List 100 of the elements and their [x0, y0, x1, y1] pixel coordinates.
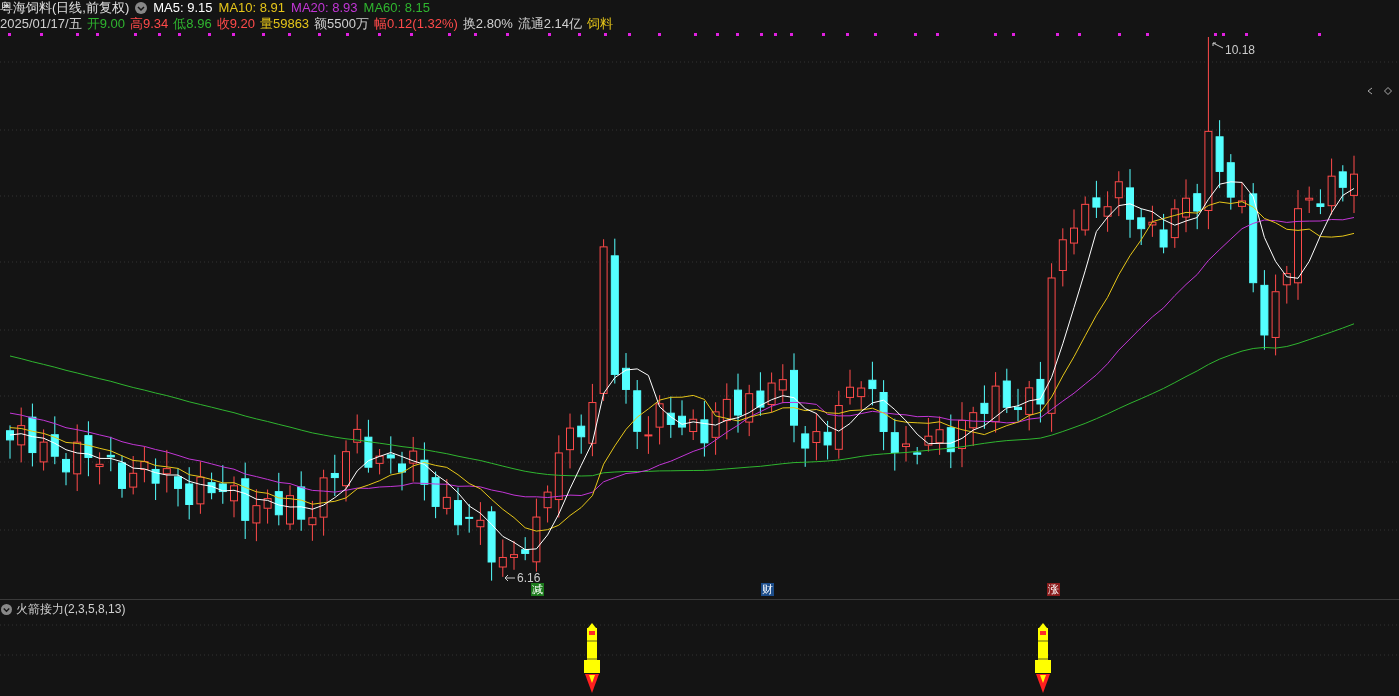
candlestick: [185, 466, 194, 520]
dropdown-icon[interactable]: [135, 2, 148, 14]
candlestick: [969, 406, 978, 447]
event-tag[interactable]: 减: [531, 583, 544, 596]
candlestick: [196, 460, 205, 515]
candlestick: [1226, 153, 1235, 211]
candlestick: [286, 484, 294, 531]
candlestick: [823, 420, 832, 460]
candlestick: [1025, 380, 1034, 431]
candlestick: [1058, 227, 1067, 287]
candlestick: [577, 414, 586, 455]
candlestick: [319, 469, 328, 537]
candlestick: [17, 407, 26, 463]
candlestick: [342, 439, 350, 502]
candlestick: [722, 382, 731, 440]
candlestick: [330, 454, 339, 497]
candlestick: [678, 399, 686, 436]
event-tag[interactable]: 涨: [1047, 583, 1060, 596]
candlestick: [151, 457, 160, 501]
candlestick: [129, 455, 138, 495]
candlestick: [1182, 178, 1190, 233]
candlestick: [913, 446, 922, 465]
candlestick: [39, 428, 48, 472]
candlestick: [846, 369, 854, 406]
candlestick: [95, 451, 104, 485]
quote-value: 额5500万: [314, 15, 369, 34]
candlestick: [364, 419, 373, 474]
candlestick: [274, 472, 283, 526]
quote-value: 收9.20: [216, 15, 255, 34]
diamond-icon[interactable]: [1384, 87, 1392, 95]
candlestick: [73, 423, 82, 492]
candlestick: [50, 415, 59, 465]
candlestick: [980, 384, 989, 430]
quote-value: 2025/01/17/五: [0, 15, 82, 34]
quote-value: 饲料: [587, 15, 614, 34]
candlestick: [252, 488, 261, 542]
candlestick: [711, 401, 720, 456]
candlestick: [924, 417, 933, 453]
candlestick: [991, 371, 1000, 434]
ma-legend-label: MA5: 9.15: [153, 0, 213, 18]
low-price-label: 6.16: [517, 570, 541, 585]
candlestick: [1070, 208, 1078, 255]
candlestick: [812, 412, 821, 461]
candlestick: [1305, 186, 1314, 214]
quote-value: 高9.34: [130, 15, 169, 34]
high-price-label: 10.18: [1225, 42, 1256, 59]
stock-title: 粤海饲料(日线,前复权): [0, 0, 130, 18]
candlestick: [1126, 168, 1134, 239]
candlestick: [174, 467, 182, 507]
rocket-icon: [584, 623, 600, 693]
candlestick: [308, 500, 317, 542]
candlestick: [689, 408, 698, 441]
candlestick: [297, 470, 306, 532]
event-tag[interactable]: 财: [761, 583, 774, 596]
quote-value: 量59863: [259, 15, 310, 34]
candlestick: [140, 446, 149, 483]
collapse-icon[interactable]: [1, 603, 12, 615]
candlestick: [1282, 265, 1291, 305]
candlestick: [958, 401, 966, 468]
candlestick: [1036, 361, 1045, 423]
candlestick: [778, 363, 787, 404]
candlestick: [1092, 180, 1101, 219]
candlestick: [1193, 183, 1202, 230]
candlestick: [801, 425, 810, 468]
candlestick: [510, 540, 518, 571]
candlestick: [375, 448, 384, 475]
candlestick: [1327, 158, 1336, 216]
candlestick: [106, 436, 115, 472]
candlestick: [644, 415, 653, 455]
candlestick: [1081, 196, 1090, 237]
candlestick: [218, 464, 227, 505]
rocket-icon: [1035, 623, 1051, 693]
candlestick: [857, 380, 866, 410]
candlestick: [6, 424, 14, 460]
candlestick: [745, 384, 754, 437]
candlestick: [1002, 368, 1011, 414]
candlestick: [834, 390, 843, 460]
candlestick: [902, 425, 910, 463]
candlestick: [566, 413, 574, 469]
candlestick: [767, 372, 776, 413]
candlestick: [890, 418, 899, 472]
candlestick: [700, 400, 709, 458]
candlestick: [398, 451, 406, 491]
candlestick: [1014, 388, 1022, 422]
candlestick: [1137, 208, 1146, 246]
candlestick: [868, 361, 877, 406]
quote-value: 开9.00: [86, 15, 125, 34]
candlestick: [454, 487, 462, 536]
candlestick: [476, 501, 485, 546]
candlestick: [622, 352, 630, 405]
candlestick: [263, 489, 272, 525]
chevron-left-icon[interactable]: [1366, 87, 1374, 95]
candlestick: [1114, 170, 1123, 217]
candlestick: [655, 394, 664, 445]
candlestick: [1316, 188, 1325, 215]
candlestick: [207, 472, 216, 500]
candlestick: [756, 371, 765, 417]
candlestick: [1148, 205, 1157, 238]
candlestick: [1238, 181, 1246, 214]
candlestick: [879, 379, 888, 451]
